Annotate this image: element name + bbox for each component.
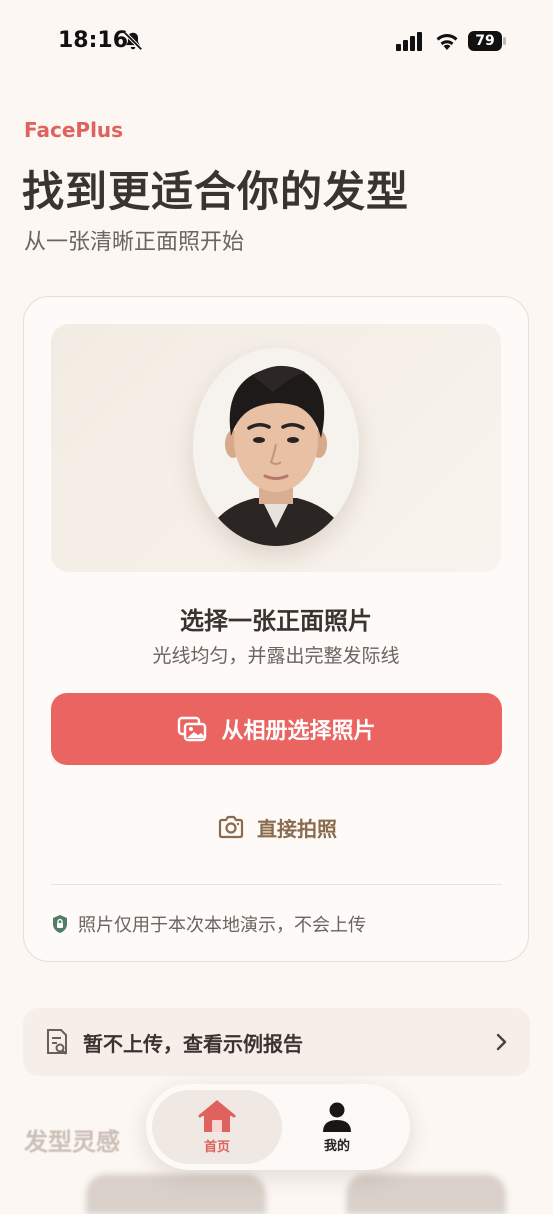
status-time: 18:16	[58, 28, 129, 53]
home-icon	[198, 1100, 236, 1132]
privacy-note: 照片仅用于本次本地演示，不会上传	[52, 911, 366, 937]
page-title: 找到更适合你的发型	[22, 167, 410, 216]
report-icon	[47, 1029, 67, 1055]
tab-home-label: 首页	[203, 1139, 230, 1155]
choose-from-album-button[interactable]: 从相册选择照片	[51, 693, 502, 765]
signal-icon	[396, 32, 422, 51]
status-bar: 18:16 79	[0, 0, 553, 84]
upload-card-title: 选择一张正面照片	[180, 607, 372, 635]
brand-name: FacePlus	[24, 118, 124, 142]
battery-icon: 79	[468, 31, 508, 51]
chevron-right-icon	[496, 1033, 507, 1051]
shield-icon	[53, 915, 67, 933]
upload-card: 选择一张正面照片 光线均匀，并露出完整发际线 从相册选择照片 直接拍照 照片仅用…	[23, 296, 529, 962]
privacy-note-text: 照片仅用于本次本地演示，不会上传	[78, 915, 366, 936]
take-photo-label: 直接拍照	[257, 816, 337, 841]
card-divider	[51, 884, 502, 885]
view-sample-report-button[interactable]: 暂不上传，查看示例报告	[23, 1008, 530, 1076]
tab-me-label: 我的	[323, 1138, 350, 1154]
choose-from-album-label: 从相册选择照片	[221, 719, 376, 744]
wifi-icon	[436, 34, 458, 50]
bottom-tab-bar: 首页 我的	[146, 1084, 410, 1170]
sample-portrait-image	[193, 348, 359, 546]
battery-level: 79	[468, 31, 502, 51]
photo-preview-area	[51, 324, 501, 572]
inspiration-card-preview	[86, 1174, 266, 1214]
hairstyle-inspiration-title: 发型灵感	[24, 1128, 120, 1156]
bell-slash-icon	[123, 31, 143, 51]
tab-home[interactable]: 首页	[152, 1090, 282, 1164]
upload-card-subtitle: 光线均匀，并露出完整发际线	[152, 645, 400, 667]
take-photo-button[interactable]: 直接拍照	[204, 809, 350, 845]
gallery-icon	[178, 716, 207, 742]
tab-me[interactable]: 我的	[272, 1090, 402, 1164]
inspiration-card-preview	[346, 1174, 506, 1214]
page-subtitle: 从一张清晰正面照开始	[24, 230, 245, 255]
camera-icon	[218, 815, 244, 839]
view-sample-report-label: 暂不上传，查看示例报告	[83, 1031, 303, 1056]
person-icon	[323, 1102, 351, 1132]
